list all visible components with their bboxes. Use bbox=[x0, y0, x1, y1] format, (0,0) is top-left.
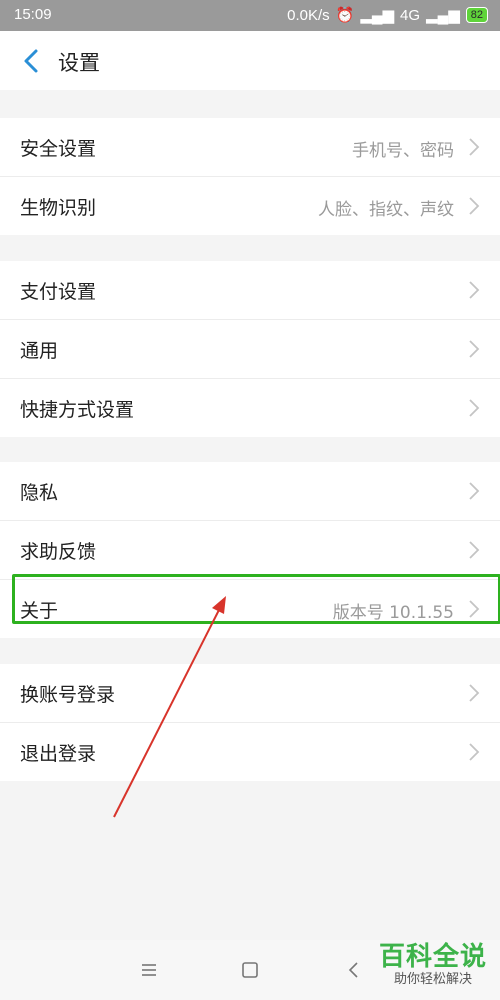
signal-icon: ▂▄▆ bbox=[360, 7, 395, 24]
signal-icon-2: ▂▄▆ bbox=[426, 7, 460, 24]
watermark-subtitle: 助你轻松解决 bbox=[393, 972, 472, 987]
chevron-right-icon bbox=[469, 541, 480, 559]
network-type: 4G bbox=[400, 6, 421, 24]
chevron-right-icon bbox=[469, 600, 480, 618]
status-indicators: 0.0K/s ⏰ ▂▄▆ 4G ▂▄▆ 82 bbox=[287, 6, 488, 24]
row-label: 生物识别 bbox=[20, 197, 97, 219]
row-privacy[interactable]: 隐私 bbox=[0, 462, 500, 521]
page-title: 设置 bbox=[58, 51, 100, 75]
row-security-settings[interactable]: 安全设置 手机号、密码 bbox=[0, 118, 500, 177]
settings-group-privacy: 隐私 求助反馈 关于 版本号 10.1.55 bbox=[0, 462, 500, 638]
back-icon[interactable] bbox=[342, 960, 366, 980]
chevron-right-icon bbox=[469, 340, 480, 358]
row-label: 隐私 bbox=[20, 482, 59, 504]
alarm-icon: ⏰ bbox=[335, 7, 355, 24]
chevron-right-icon bbox=[469, 138, 480, 156]
watermark: 百科全说 助你轻松解决 bbox=[374, 942, 492, 988]
menu-icon[interactable] bbox=[137, 960, 161, 980]
settings-group-general: 支付设置 通用 快捷方式设置 bbox=[0, 261, 500, 437]
settings-group-account: 换账号登录 退出登录 bbox=[0, 664, 500, 781]
row-value: 人脸、指纹、声纹 bbox=[318, 200, 454, 220]
row-label: 通用 bbox=[20, 340, 59, 362]
row-label: 退出登录 bbox=[20, 743, 97, 765]
row-help-feedback[interactable]: 求助反馈 bbox=[0, 521, 500, 580]
status-bar: 15:09 0.0K/s ⏰ ▂▄▆ 4G ▂▄▆ 82 bbox=[0, 0, 500, 31]
row-value: 手机号、密码 bbox=[352, 141, 454, 161]
row-shortcut-settings[interactable]: 快捷方式设置 bbox=[0, 379, 500, 437]
watermark-title: 百科全说 bbox=[378, 942, 487, 972]
network-speed: 0.0K/s bbox=[287, 6, 330, 24]
row-label: 换账号登录 bbox=[20, 684, 116, 706]
chevron-right-icon bbox=[469, 399, 480, 417]
row-general[interactable]: 通用 bbox=[0, 320, 500, 379]
row-payment-settings[interactable]: 支付设置 bbox=[0, 261, 500, 320]
row-biometrics[interactable]: 生物识别 人脸、指纹、声纹 bbox=[0, 177, 500, 235]
row-label: 安全设置 bbox=[20, 138, 97, 160]
row-about[interactable]: 关于 版本号 10.1.55 bbox=[0, 580, 500, 638]
home-icon[interactable] bbox=[238, 960, 262, 980]
row-label: 关于 bbox=[20, 600, 59, 622]
settings-group-security: 安全设置 手机号、密码 生物识别 人脸、指纹、声纹 bbox=[0, 118, 500, 235]
row-label: 求助反馈 bbox=[20, 541, 97, 563]
header: 设置 bbox=[0, 31, 500, 90]
chevron-right-icon bbox=[469, 281, 480, 299]
chevron-right-icon bbox=[469, 482, 480, 500]
battery-icon: 82 bbox=[465, 7, 488, 23]
row-label: 支付设置 bbox=[20, 281, 97, 303]
row-logout[interactable]: 退出登录 bbox=[0, 723, 500, 781]
row-switch-account[interactable]: 换账号登录 bbox=[0, 664, 500, 723]
version-value: 版本号 10.1.55 bbox=[332, 603, 454, 623]
chevron-right-icon bbox=[469, 684, 480, 702]
chevron-right-icon bbox=[469, 743, 480, 761]
row-label: 快捷方式设置 bbox=[20, 399, 135, 421]
battery-level: 82 bbox=[470, 9, 483, 21]
status-time: 15:09 bbox=[14, 6, 52, 23]
back-arrow-icon[interactable] bbox=[20, 48, 42, 74]
chevron-right-icon bbox=[469, 197, 480, 215]
